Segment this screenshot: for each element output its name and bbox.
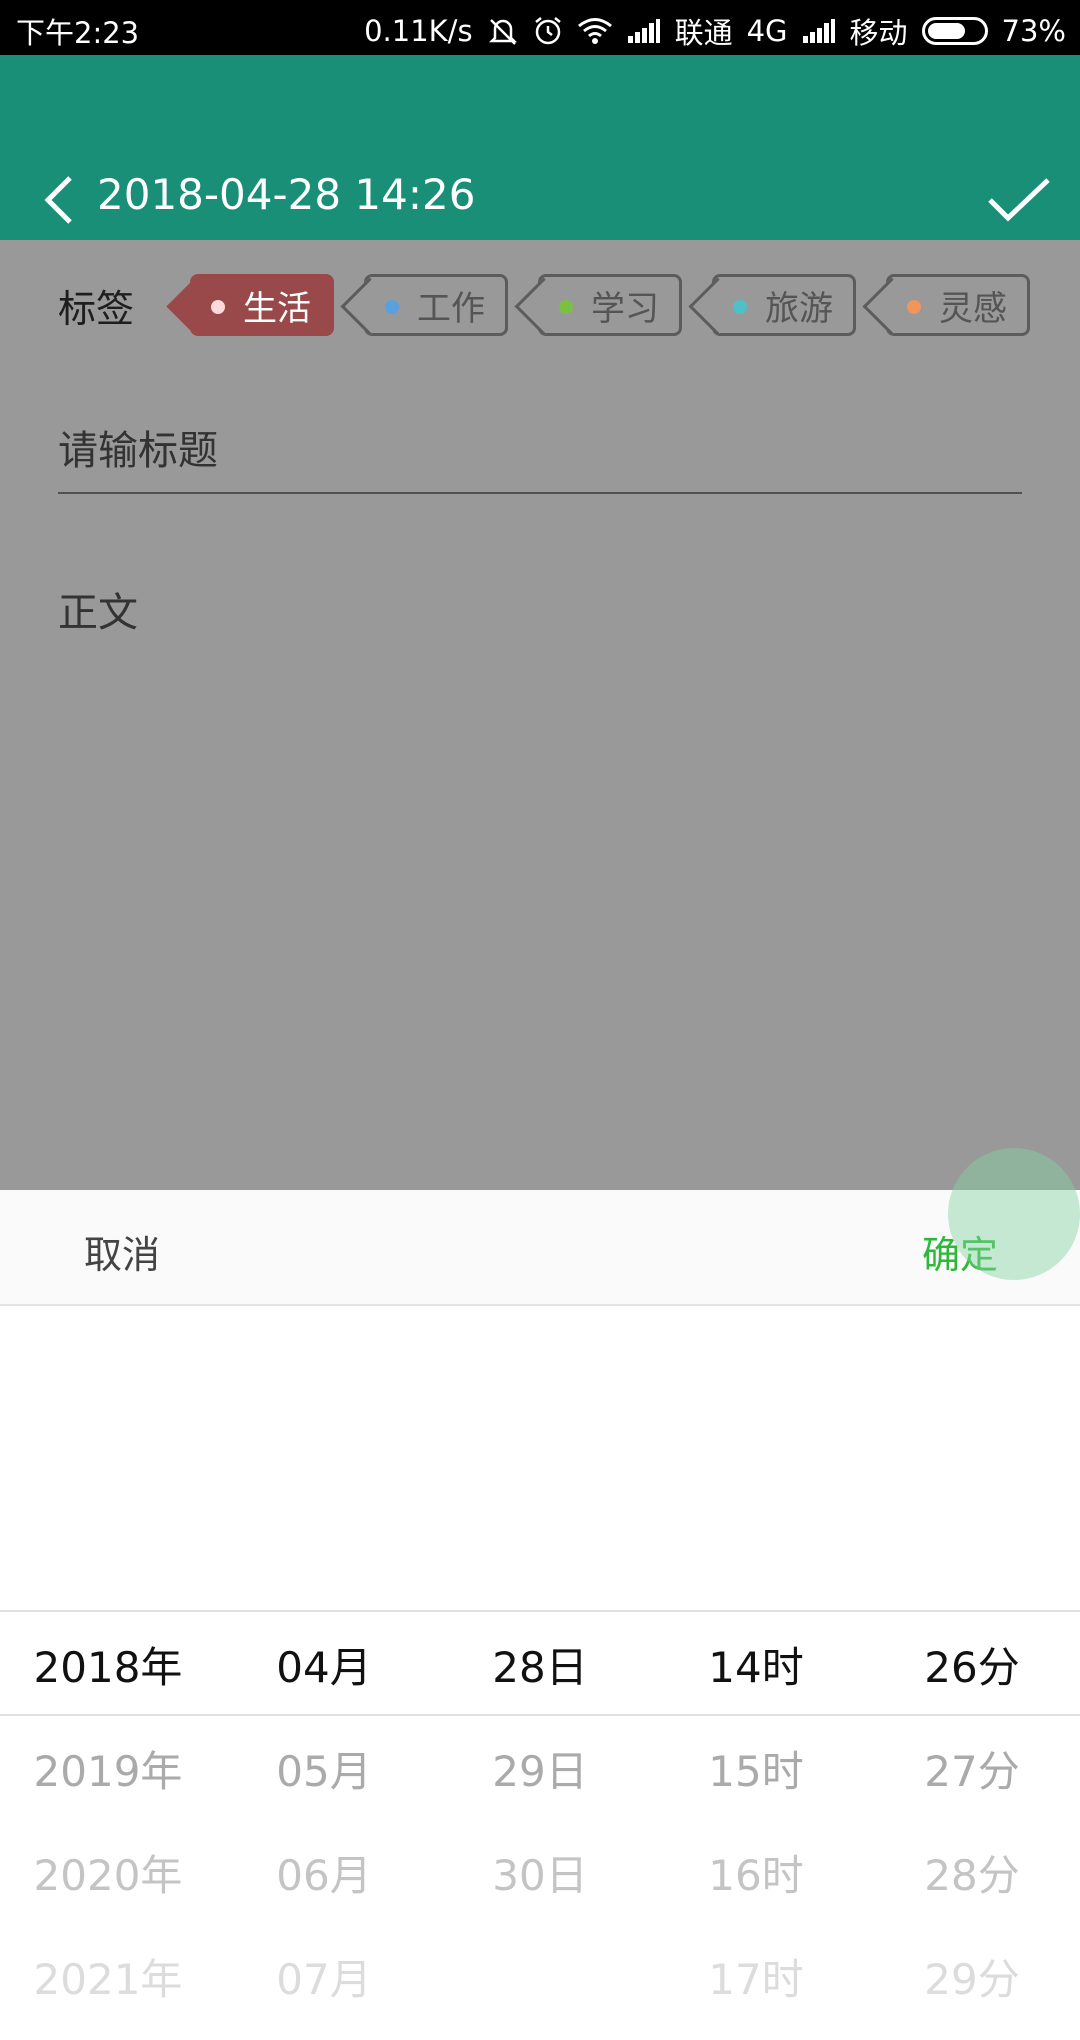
sheet-toolbar: 取消 确定 xyxy=(0,1190,1080,1306)
app-bar: 2018-04-28 14:26 xyxy=(0,55,1080,240)
signal-icon xyxy=(627,18,661,44)
date-picker-sheet: 取消 确定 2018年 2019年 2020年 2021年 04月 05月 06… xyxy=(0,1148,1080,2040)
wifi-icon xyxy=(577,17,613,45)
picker-option[interactable]: 30日 xyxy=(432,1842,648,1903)
network-speed: 0.11K/s xyxy=(364,14,473,48)
carrier-2: 移动 xyxy=(849,16,908,50)
picker-option[interactable]: 17时 xyxy=(648,1946,864,2007)
tag-label: 灵感 xyxy=(939,288,1007,329)
tag-label: 生活 xyxy=(243,288,311,329)
status-bar: 下午2:23 0.11K/s 联通 4G 移动 73% xyxy=(0,0,1080,55)
status-icons: 0.11K/s 联通 4G 移动 73% xyxy=(364,10,1066,52)
tag-dot xyxy=(211,300,225,314)
picker-option[interactable]: 06月 xyxy=(216,1842,432,1903)
picker-option[interactable]: 2018年 xyxy=(0,1634,216,1695)
cancel-button[interactable]: 取消 xyxy=(84,1224,160,1279)
signal-icon xyxy=(802,18,836,44)
year-wheel[interactable]: 2018年 2019年 2020年 2021年 xyxy=(0,1306,216,2040)
picker-option[interactable]: 16时 xyxy=(648,1842,864,1903)
checkmark-icon[interactable] xyxy=(984,170,1054,230)
tag-label: 学习 xyxy=(591,288,659,329)
tag-dot xyxy=(907,300,921,314)
tag-label: 旅游 xyxy=(765,288,833,329)
picker-option[interactable]: 05月 xyxy=(216,1738,432,1799)
tag-dot xyxy=(385,300,399,314)
picker-option[interactable]: 29日 xyxy=(432,1738,648,1799)
tag-label: 工作 xyxy=(417,288,485,329)
picker-option[interactable]: 28分 xyxy=(864,1842,1080,1903)
dim-overlay[interactable] xyxy=(0,240,1080,1190)
battery-percent: 73% xyxy=(1001,14,1066,48)
picker-option[interactable]: 28日 xyxy=(432,1634,648,1695)
carrier-1: 联通 xyxy=(674,16,733,50)
tag-dot xyxy=(733,300,747,314)
alarm-icon xyxy=(533,16,563,46)
tag-dot xyxy=(559,300,573,314)
picker-option[interactable]: 07月 xyxy=(216,1946,432,2007)
picker-option[interactable]: 2021年 xyxy=(0,1946,216,2007)
picker-option[interactable]: 29分 xyxy=(864,1946,1080,2007)
picker-option[interactable]: 04月 xyxy=(216,1634,432,1695)
status-time: 下午2:23 xyxy=(16,16,140,50)
picker-option[interactable]: 27分 xyxy=(864,1738,1080,1799)
hour-wheel[interactable]: 14时 15时 16时 17时 xyxy=(648,1306,864,2040)
network-type: 4G xyxy=(746,14,788,48)
picker-option[interactable]: 2019年 xyxy=(0,1738,216,1799)
picker-option[interactable]: 2020年 xyxy=(0,1842,216,1903)
picker-option[interactable]: 26分 xyxy=(864,1634,1080,1695)
day-wheel[interactable]: 28日 29日 30日 xyxy=(432,1306,648,2040)
touch-ripple xyxy=(948,1148,1080,1280)
mute-icon xyxy=(487,16,519,46)
chevron-left-icon[interactable] xyxy=(40,170,80,230)
date-time-picker[interactable]: 2018年 2019年 2020年 2021年 04月 05月 06月 07月 … xyxy=(0,1306,1080,2040)
minute-wheel[interactable]: 26分 27分 28分 29分 xyxy=(864,1306,1080,2040)
picker-option[interactable]: 15时 xyxy=(648,1738,864,1799)
month-wheel[interactable]: 04月 05月 06月 07月 xyxy=(216,1306,432,2040)
picker-option[interactable]: 14时 xyxy=(648,1634,864,1695)
battery-icon xyxy=(921,17,988,45)
page-title: 2018-04-28 14:26 xyxy=(97,170,476,219)
